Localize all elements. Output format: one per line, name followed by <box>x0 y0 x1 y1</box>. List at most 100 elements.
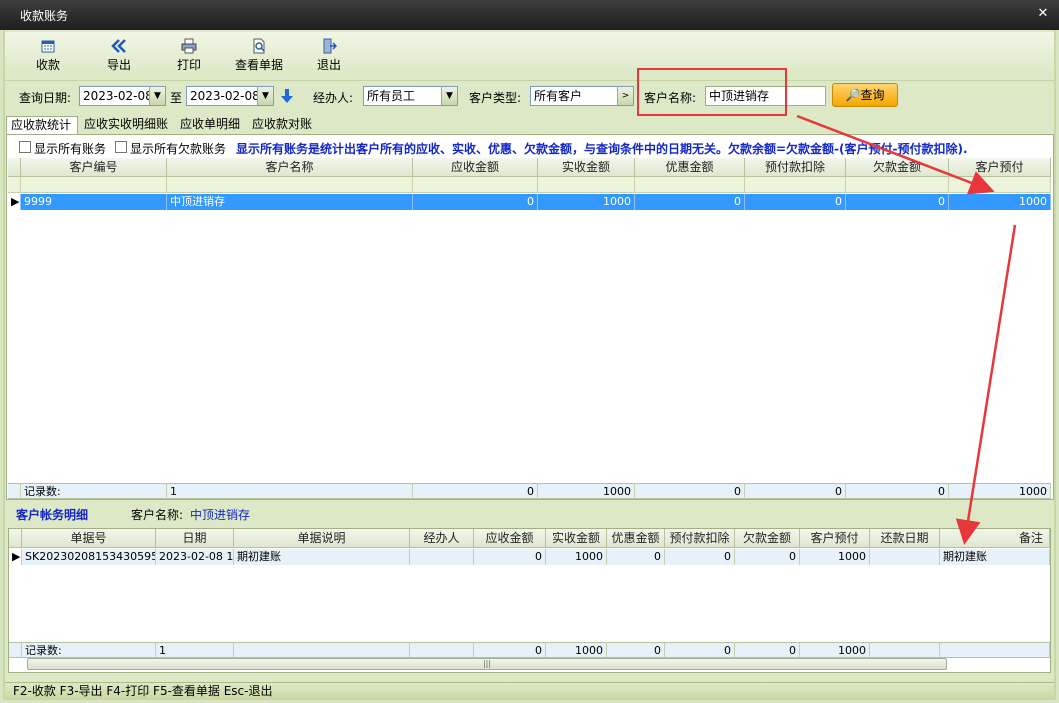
calendar-icon <box>41 40 55 53</box>
filter-cell[interactable] <box>846 177 949 193</box>
tab-receivable-doc[interactable]: 应收单明细 <box>176 116 244 134</box>
filter-cell[interactable] <box>635 177 745 193</box>
col-header[interactable]: 客户预付 <box>949 158 1051 177</box>
receive-label: 收款 <box>35 58 60 72</box>
col-header[interactable]: 客户预付 <box>800 529 870 548</box>
col-header[interactable]: 还款日期 <box>870 529 940 548</box>
col-header[interactable]: 预付款扣除 <box>745 158 846 177</box>
filter-cell[interactable] <box>538 177 635 193</box>
col-header[interactable]: 优惠金额 <box>635 158 745 177</box>
col-header[interactable]: 单据说明 <box>234 529 410 548</box>
browse-icon[interactable]: > <box>617 87 633 105</box>
filter-cell[interactable] <box>949 177 1051 193</box>
filter-cell[interactable] <box>21 177 167 193</box>
date-from-picker[interactable]: 2023-02-08 ▼ <box>79 86 166 106</box>
col-header[interactable]: 欠款金额 <box>735 529 800 548</box>
show-debt-checkbox[interactable] <box>115 141 127 153</box>
view-doc-label: 查看单据 <box>234 58 283 72</box>
window-title: 收款账务 <box>20 9 69 23</box>
tab-receipt-detail[interactable]: 应收实收明细账 <box>80 116 172 134</box>
exit-door-icon <box>323 38 337 54</box>
chevron-down-icon[interactable]: ▼ <box>149 87 165 105</box>
col-header[interactable]: 日期 <box>156 529 234 548</box>
footer-cell: 1 <box>156 642 234 658</box>
footer-cell <box>8 483 21 499</box>
detail-cust-label: 客户名称: <box>131 508 184 522</box>
filter-cell <box>8 177 21 193</box>
col-header[interactable]: 应收金额 <box>474 529 546 548</box>
col-header[interactable]: 应收金额 <box>413 158 538 177</box>
col-header[interactable]: 欠款金额 <box>846 158 949 177</box>
col-header[interactable]: 客户编号 <box>21 158 167 177</box>
detail-title: 客户帐务明细 <box>16 508 89 522</box>
export-button[interactable]: 导出 <box>91 36 147 74</box>
filter-cell[interactable] <box>413 177 538 193</box>
col-header[interactable]: 优惠金额 <box>607 529 665 548</box>
filter-cell[interactable] <box>167 177 413 193</box>
exit-label: 退出 <box>316 58 341 72</box>
handler-value: 所有员工 <box>367 89 416 103</box>
row-indicator-header <box>9 529 22 548</box>
print-label: 打印 <box>176 58 201 72</box>
arrow-down-icon[interactable] <box>280 88 294 104</box>
col-header[interactable]: 预付款扣除 <box>665 529 735 548</box>
footer-cell <box>410 642 474 658</box>
cell: 0 <box>474 549 546 565</box>
filter-cell[interactable] <box>745 177 846 193</box>
cell: 1000 <box>538 194 635 210</box>
col-header[interactable]: 实收金额 <box>538 158 635 177</box>
cell: 1000 <box>800 549 870 565</box>
chevron-down-icon[interactable]: ▼ <box>257 87 273 105</box>
search-button[interactable]: 🔎查询 <box>832 83 898 107</box>
cust-type-value: 所有客户 <box>534 89 583 103</box>
date-from-value: 2023-02-08 <box>83 89 153 103</box>
col-header[interactable]: 经办人 <box>410 529 474 548</box>
show-all-label: 显示所有账务 <box>34 142 107 156</box>
receive-button[interactable]: 收款 <box>20 36 76 74</box>
handler-select[interactable]: 所有员工 ▼ <box>363 86 458 106</box>
cell: 0 <box>735 549 800 565</box>
footer-cell: 0 <box>735 642 800 658</box>
handler-label: 经办人: <box>313 91 354 105</box>
cell: 期初建账 <box>234 549 410 565</box>
col-header[interactable]: 实收金额 <box>546 529 607 548</box>
export-label: 导出 <box>106 58 131 72</box>
col-header[interactable]: 单据号 <box>22 529 156 548</box>
date-to-picker[interactable]: 2023-02-08 ▼ <box>186 86 274 106</box>
print-button[interactable]: 打印 <box>161 36 217 74</box>
footer-cell <box>870 642 940 658</box>
cell: 0 <box>635 194 745 210</box>
cell: 0 <box>745 194 846 210</box>
tab-reconcile[interactable]: 应收款对账 <box>248 116 316 134</box>
close-icon[interactable]: ✕ <box>1035 6 1051 22</box>
chevron-down-icon[interactable]: ▼ <box>441 87 457 105</box>
printer-icon <box>181 38 197 54</box>
cell: 中顶进销存 <box>167 194 413 210</box>
info-note: 显示所有账务是统计出客户所有的应收、实收、优惠、欠款金额，与查询条件中的日期无关… <box>236 142 968 156</box>
view-doc-button[interactable]: 查看单据 <box>231 36 287 74</box>
footer-cell: 1000 <box>949 483 1051 499</box>
footer-cell: 0 <box>745 483 846 499</box>
row-pointer-icon: ▶ <box>9 549 22 565</box>
show-all-checkbox[interactable] <box>19 141 31 153</box>
detail-grid: 单据号 日期 单据说明 经办人 应收金额 实收金额 优惠金额 预付款扣除 欠款金… <box>8 528 1051 673</box>
row-pointer-icon: ▶ <box>8 194 21 210</box>
horizontal-scrollbar[interactable]: ||| <box>27 658 947 670</box>
cust-type-select[interactable]: 所有客户 > <box>530 86 634 106</box>
to-label: 至 <box>170 91 183 105</box>
search-icon: 🔎 <box>845 88 861 102</box>
show-debt-label: 显示所有欠款账务 <box>130 142 227 156</box>
search-label: 查询 <box>860 88 885 102</box>
footer-cell <box>234 642 410 658</box>
col-header[interactable]: 备注 <box>940 529 1050 548</box>
footer-cell: 0 <box>474 642 546 658</box>
footer-cell: 0 <box>413 483 538 499</box>
footer-cell: 记录数: <box>22 642 156 658</box>
date-label: 查询日期: <box>19 91 72 105</box>
footer-cell: 1000 <box>800 642 870 658</box>
stats-grid: 客户编号 客户名称 应收金额 实收金额 优惠金额 预付款扣除 欠款金额 客户预付… <box>8 157 1051 499</box>
exit-button[interactable]: 退出 <box>301 36 357 74</box>
col-header[interactable]: 客户名称 <box>167 158 413 177</box>
cell: 0 <box>665 549 735 565</box>
tab-receivable-stats[interactable]: 应收款统计 <box>6 116 78 134</box>
